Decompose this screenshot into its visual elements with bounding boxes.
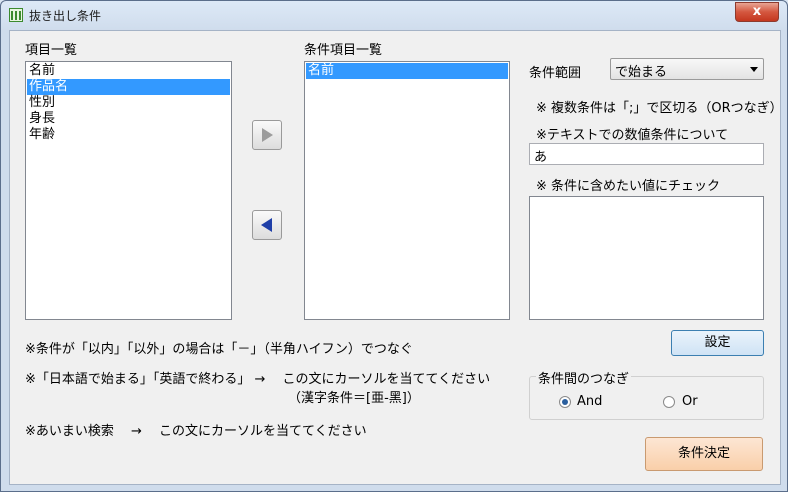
arrow-right-icon (262, 128, 273, 142)
chevron-down-icon (750, 67, 758, 72)
window-title: 抜き出し条件 (29, 9, 102, 23)
list-item-selected[interactable]: 名前 (306, 63, 508, 79)
left-list-label: 項目一覧 (25, 43, 78, 58)
numeric-condition-note[interactable]: ※テキストでの数値条件について (536, 124, 728, 143)
right-list-label: 条件項目一覧 (304, 43, 383, 58)
dialog-client: 項目一覧 名前 作品名 性別 身長 年齢 条件項目一覧 名前 条件範囲 で始まる… (9, 30, 783, 485)
multi-condition-note: ※ 複数条件は「;」で区切る（ORつなぎ） (536, 101, 783, 116)
condition-range-label: 条件範囲 (529, 66, 582, 81)
condition-range-value: で始まる (615, 65, 668, 80)
title-bar[interactable]: 抜き出し条件 x (1, 1, 787, 29)
and-label[interactable]: And (577, 394, 602, 409)
close-button[interactable]: x (735, 2, 779, 22)
list-item[interactable]: 年齢 (27, 127, 230, 143)
check-values-note: ※ 条件に含めたい値にチェック (536, 179, 721, 194)
value-checklist[interactable] (529, 196, 764, 320)
fuzzy-search-hint[interactable]: ※あいまい検索 → この文にカーソルを当ててください (25, 420, 367, 439)
range-hint: ※条件が「以内」「以外」の場合は「－」（半角ハイフン）でつなぐ (25, 342, 413, 357)
list-item[interactable]: 身長 (27, 111, 230, 127)
condition-item-list[interactable]: 名前 (304, 61, 510, 320)
list-item-selected[interactable]: 作品名 (27, 79, 230, 95)
language-hint[interactable]: ※「日本語で始まる」「英語で終わる」 → この文にカーソルを当ててください (25, 368, 490, 387)
join-group-label: 条件間のつなぎ (536, 368, 632, 387)
dialog-window: 抜き出し条件 x 項目一覧 名前 作品名 性別 身長 年齢 条件項目一覧 名前 … (0, 0, 788, 492)
list-item[interactable]: 性別 (27, 95, 230, 111)
app-icon (9, 8, 23, 22)
decide-button[interactable]: 条件決定 (645, 437, 763, 471)
and-radio[interactable] (559, 396, 571, 408)
condition-input[interactable]: あ (529, 143, 764, 165)
arrow-left-icon (261, 218, 272, 232)
set-button[interactable]: 設定 (671, 330, 764, 356)
kanji-condition-hint: （漢字条件＝[亜-黑]） (288, 391, 420, 406)
list-item[interactable]: 名前 (27, 63, 230, 79)
or-label[interactable]: Or (682, 394, 698, 409)
move-left-button[interactable] (252, 210, 282, 240)
condition-range-select[interactable]: で始まる (610, 58, 764, 80)
or-radio[interactable] (663, 396, 675, 408)
move-right-button[interactable] (252, 120, 282, 150)
item-list[interactable]: 名前 作品名 性別 身長 年齢 (25, 61, 232, 320)
